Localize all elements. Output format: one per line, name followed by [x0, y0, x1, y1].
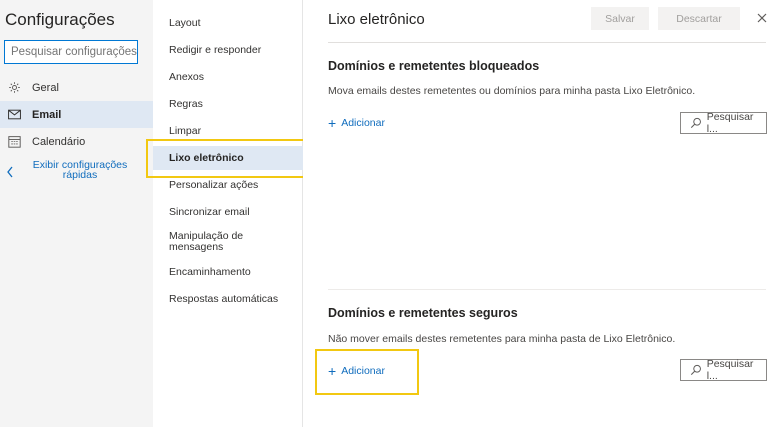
add-blocked-sender-link[interactable]: + Adicionar [328, 115, 385, 131]
header-divider [328, 42, 766, 43]
discard-button[interactable]: Descartar [658, 7, 740, 30]
nav-item-general[interactable]: Geral [0, 74, 153, 101]
calendar-icon [7, 135, 21, 149]
mail-icon [7, 108, 21, 122]
menu-item-forwarding[interactable]: Encaminhamento [153, 266, 303, 278]
junk-email-panel: Lixo eletrônico Salvar Descartar Domínio… [303, 0, 778, 427]
nav-item-label: Email [32, 108, 62, 121]
nav-item-calendar[interactable]: Calendário [0, 128, 153, 155]
menu-item-compose-reply[interactable]: Redigir e responder [153, 44, 303, 56]
close-icon[interactable] [755, 11, 769, 25]
menu-item-sweep[interactable]: Limpar [153, 125, 303, 137]
blocked-section-title: Domínios e remetentes bloqueados [328, 59, 540, 73]
menu-item-customize-actions[interactable]: Personalizar ações [153, 179, 303, 191]
menu-item-sync-email[interactable]: Sincronizar email [153, 206, 303, 218]
settings-title: Configurações [5, 10, 115, 29]
settings-search-input[interactable] [4, 40, 138, 64]
page-title: Lixo eletrônico [328, 11, 425, 28]
search-blocked-senders-button[interactable]: Pesquisar l... [680, 111, 767, 135]
menu-item-layout[interactable]: Layout [153, 17, 303, 29]
search-safe-senders-button[interactable]: Pesquisar l... [680, 358, 767, 382]
search-label: Pesquisar l... [706, 358, 754, 382]
nav-item-label: Geral [32, 81, 59, 94]
blocked-section-description: Mova emails destes remetentes ou domínio… [328, 85, 696, 97]
save-button[interactable]: Salvar [591, 7, 649, 30]
search-icon [690, 364, 701, 375]
quick-settings-label: Exibir configurações rápidas [32, 159, 128, 181]
plus-icon: + [328, 115, 337, 131]
menu-item-message-handling[interactable]: Manipulação de mensagens [153, 231, 263, 253]
email-settings-menu: Layout Redigir e responder Anexos Regras… [153, 0, 303, 427]
add-label: Adicionar [341, 117, 385, 129]
chevron-left-icon [7, 166, 13, 178]
section-divider [328, 289, 766, 290]
settings-sidebar: Configurações Geral Email Calendário Exi… [0, 0, 153, 427]
safe-section-description: Não mover emails destes remetentes para … [328, 333, 676, 345]
gear-icon [7, 81, 21, 95]
search-icon [690, 117, 701, 128]
add-label: Adicionar [341, 365, 385, 377]
plus-icon: + [328, 363, 337, 379]
safe-section-title: Domínios e remetentes seguros [328, 306, 518, 320]
menu-item-attachments[interactable]: Anexos [153, 71, 303, 83]
nav-item-label: Calendário [32, 135, 86, 148]
menu-item-rules[interactable]: Regras [153, 98, 303, 110]
search-label: Pesquisar l... [706, 111, 754, 135]
menu-item-junk-email[interactable]: Lixo eletrônico [153, 146, 303, 170]
nav-item-email[interactable]: Email [0, 101, 153, 128]
menu-item-automatic-replies[interactable]: Respostas automáticas [153, 293, 303, 305]
add-safe-sender-link[interactable]: + Adicionar [328, 363, 385, 379]
quick-settings-link[interactable]: Exibir configurações rápidas [0, 158, 153, 186]
